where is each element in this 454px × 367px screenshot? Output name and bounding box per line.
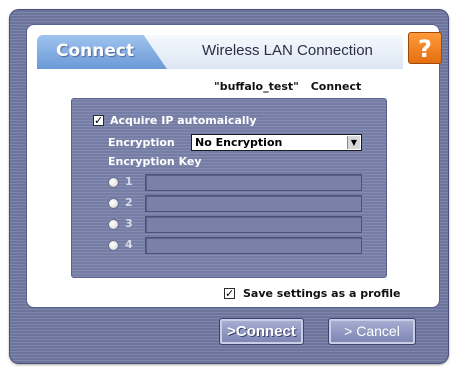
encryption-select[interactable]: No Encryption ▼ [191, 134, 362, 151]
tab-connect-label: Connect [56, 41, 135, 61]
encryption-value: No Encryption [195, 136, 283, 149]
cancel-button[interactable]: > Cancel [328, 318, 416, 345]
dialog-title: Wireless LAN Connection [202, 42, 373, 59]
connect-status-label: Connect [310, 80, 362, 93]
network-status: "buffalo_test" Connect [214, 80, 361, 93]
save-profile-checkbox[interactable]: ✓ [224, 288, 235, 299]
encryption-key-label: Encryption Key [108, 155, 202, 168]
chevron-down-icon[interactable]: ▼ [347, 136, 360, 149]
key-1-label: 1 [125, 175, 133, 188]
save-profile-label: Save settings as a profile [243, 287, 401, 300]
ssid-label: "buffalo_test" [214, 80, 299, 93]
key-4-label: 4 [125, 238, 133, 251]
acquire-ip-checkbox[interactable]: ✓ [93, 115, 104, 126]
key-3-label: 3 [125, 217, 133, 230]
checkmark-icon: ✓ [225, 287, 235, 300]
key-3-input[interactable] [145, 216, 362, 233]
help-button[interactable]: ? [408, 32, 442, 64]
key-1-radio[interactable] [108, 177, 119, 188]
key-3-radio[interactable] [108, 219, 119, 230]
connect-button[interactable]: >Connect [219, 318, 304, 345]
acquire-ip-label: Acquire IP automaically [110, 114, 257, 127]
key-4-radio[interactable] [108, 240, 119, 251]
key-4-input[interactable] [145, 237, 362, 254]
checkmark-icon: ✓ [94, 114, 104, 127]
encryption-label: Encryption [108, 136, 175, 149]
key-2-input[interactable] [145, 195, 362, 212]
key-2-label: 2 [125, 196, 133, 209]
key-1-input[interactable] [145, 174, 362, 191]
key-2-radio[interactable] [108, 198, 119, 209]
